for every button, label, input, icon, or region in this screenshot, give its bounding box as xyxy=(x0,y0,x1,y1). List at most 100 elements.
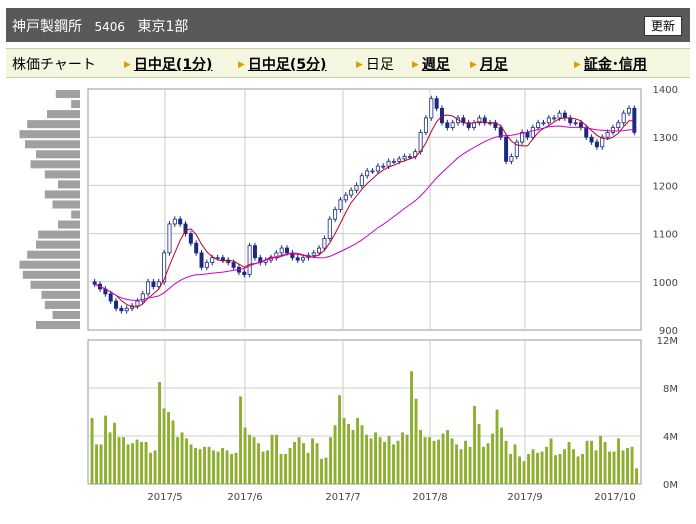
x-tick-label: 2017/5 xyxy=(147,492,182,503)
volume-bar xyxy=(585,440,589,484)
volume-bar xyxy=(261,451,265,484)
candle-body xyxy=(172,218,177,225)
volume-bar xyxy=(369,438,373,484)
volume-bar xyxy=(293,442,296,484)
candle-body xyxy=(343,194,348,201)
volume-bar xyxy=(171,420,175,484)
candle-body xyxy=(92,281,97,285)
volume-bar xyxy=(630,446,634,484)
volume-bar xyxy=(522,461,526,484)
volume-bar xyxy=(356,418,359,484)
candle-body xyxy=(509,156,514,162)
volume-bar xyxy=(221,448,224,484)
volume-bar xyxy=(576,456,580,484)
volume-bar xyxy=(374,432,377,484)
candle-body xyxy=(135,300,140,307)
volume-profile-bar xyxy=(44,190,80,199)
candle-body xyxy=(391,160,396,163)
candle-body xyxy=(402,156,407,160)
volume-bar xyxy=(594,450,598,484)
volume-bar xyxy=(351,430,355,484)
volume-bar xyxy=(468,446,472,484)
volume-bar xyxy=(162,408,166,484)
candle-body xyxy=(589,136,594,143)
volume-bar xyxy=(405,434,409,484)
candle-body xyxy=(525,131,530,138)
volume-bar xyxy=(626,448,629,484)
volume-bar xyxy=(423,437,427,484)
candle-body xyxy=(119,307,124,312)
volume-profile-bar xyxy=(38,230,80,239)
volume-bar xyxy=(266,450,269,484)
volume-bar xyxy=(131,443,134,484)
volume-bar xyxy=(500,427,503,484)
candle-body xyxy=(370,170,375,173)
candle-body xyxy=(450,122,455,128)
candle-body xyxy=(434,98,439,109)
candle-body xyxy=(146,281,151,295)
volume-bar xyxy=(284,454,287,484)
volume-profile-bar xyxy=(52,310,80,319)
volume-bar xyxy=(491,433,494,484)
volume-bar xyxy=(320,458,323,484)
x-tick-label: 2017/8 xyxy=(412,492,447,503)
candle-body xyxy=(279,247,284,254)
candle-body xyxy=(429,98,434,119)
volume-bar xyxy=(428,437,431,484)
stock-chart: 900100011001200130014000M4M8M12M2017/5 20… xyxy=(19,85,678,503)
volume-bar xyxy=(392,444,395,484)
volume-bar xyxy=(212,450,215,484)
volume-profile-bar xyxy=(27,250,80,259)
volume-bar xyxy=(621,450,625,484)
candle-body xyxy=(407,156,412,158)
candle-body xyxy=(178,218,183,225)
volume-bar xyxy=(477,424,481,484)
volume-bar xyxy=(581,454,584,484)
candle-body xyxy=(594,141,599,148)
volume-bar xyxy=(302,443,305,484)
volume-bar xyxy=(612,451,616,484)
candle-body xyxy=(199,252,204,268)
volume-bar xyxy=(306,452,310,484)
volume-tick-label: 12M xyxy=(657,336,678,347)
volume-profile-bar xyxy=(52,200,80,209)
volume-bar xyxy=(122,437,125,484)
volume-bar xyxy=(149,452,152,484)
volume-bar xyxy=(590,440,593,484)
volume-bar xyxy=(617,438,620,484)
volume-profile-bar xyxy=(58,180,80,189)
volume-bar xyxy=(95,444,98,484)
candle-body xyxy=(397,158,402,162)
candle-body xyxy=(541,122,546,125)
candle-body xyxy=(124,307,129,312)
candle-body xyxy=(573,122,578,125)
volume-bar xyxy=(509,454,512,484)
candle-body xyxy=(333,209,338,220)
volume-bar xyxy=(297,437,301,484)
volume-bar xyxy=(518,456,521,484)
volume-bar xyxy=(333,425,337,484)
candle-body xyxy=(247,245,252,275)
candle-body xyxy=(210,257,215,263)
volume-bar xyxy=(275,434,278,484)
volume-bar xyxy=(104,415,107,484)
volume-bar xyxy=(459,449,463,484)
volume-bar xyxy=(342,418,346,484)
volume-bar xyxy=(126,444,130,484)
candle-body xyxy=(530,127,535,138)
volume-bar xyxy=(234,452,238,484)
volume-bar xyxy=(207,446,211,484)
volume-bar xyxy=(608,451,611,484)
volume-bar xyxy=(455,444,458,484)
candle-body xyxy=(365,170,370,177)
volume-bar xyxy=(230,454,233,484)
volume-bar xyxy=(248,434,251,484)
candle-body xyxy=(156,281,161,288)
candle-body xyxy=(354,184,359,191)
volume-bar xyxy=(239,396,242,484)
price-tick-label: 1000 xyxy=(653,278,678,289)
candle-body xyxy=(285,247,290,254)
volume-bar xyxy=(216,451,220,484)
volume-bar xyxy=(360,425,364,484)
volume-bar xyxy=(257,443,260,484)
